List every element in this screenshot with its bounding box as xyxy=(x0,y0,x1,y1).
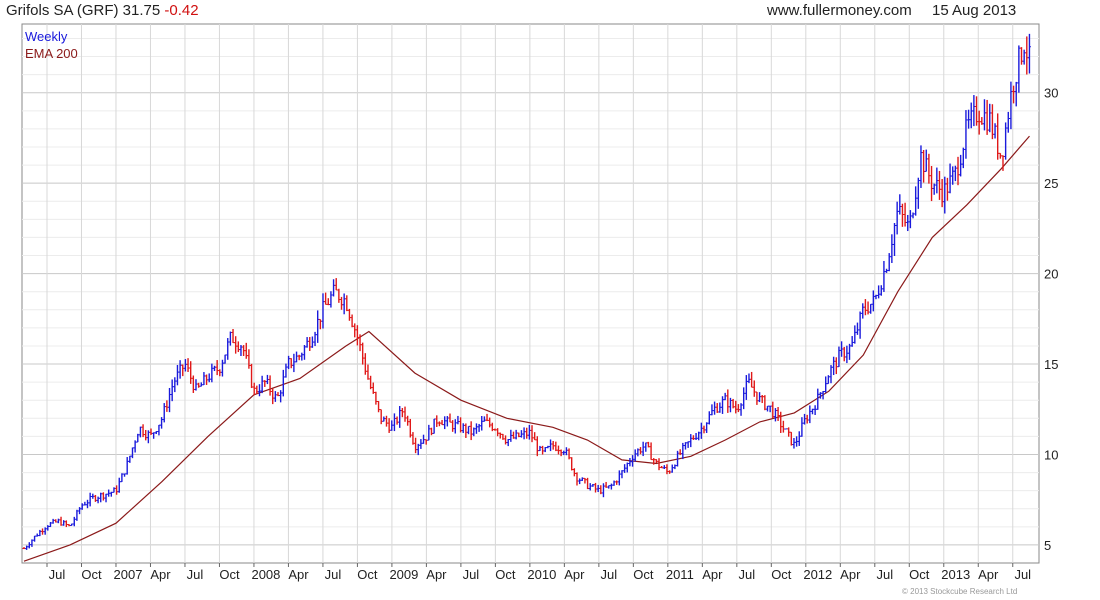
x-tick-label: Apr xyxy=(150,567,171,582)
x-tick-label: Apr xyxy=(564,567,585,582)
x-tick-label: 2012 xyxy=(803,567,832,582)
x-tick-label: Oct xyxy=(357,567,378,582)
x-tick-label: Oct xyxy=(771,567,792,582)
x-tick-label: Jul xyxy=(49,567,66,582)
x-tick-label: 2010 xyxy=(527,567,556,582)
y-tick-label: 20 xyxy=(1044,267,1058,282)
x-tick-label: 2008 xyxy=(251,567,280,582)
x-tick-label: Jul xyxy=(1014,567,1031,582)
price-chart: 51015202530 Jul Oct 2007 Apr Jul Oct 2008 Apr Ju… xyxy=(21,23,1058,582)
x-tick-labels: Jul Oct 2007 Apr Jul Oct 2008 Apr Jul Oct 2009 Apr J… xyxy=(49,567,1031,582)
x-tick-label: Oct xyxy=(219,567,240,582)
x-tick-label: 2013 xyxy=(941,567,970,582)
legend-weekly: Weekly xyxy=(25,29,68,44)
copyright: © 2013 Stockcube Research Ltd xyxy=(902,587,1018,596)
x-tick-label: Apr xyxy=(288,567,309,582)
x-tick-label: 2007 xyxy=(114,567,143,582)
x-tick-label: Jul xyxy=(876,567,893,582)
x-tick-label: Jul xyxy=(463,567,480,582)
x-tick-label: Jul xyxy=(325,567,342,582)
x-tick-label: Apr xyxy=(702,567,723,582)
x-tick-label: 2009 xyxy=(389,567,418,582)
x-tick-label: Apr xyxy=(978,567,999,582)
x-tick-label: Oct xyxy=(633,567,654,582)
y-tick-label: 15 xyxy=(1044,357,1058,372)
x-tick-label: Jul xyxy=(739,567,756,582)
y-tick-label: 25 xyxy=(1044,176,1058,191)
x-tick-label: Apr xyxy=(840,567,861,582)
y-tick-label: 30 xyxy=(1044,86,1058,101)
x-tick-label: Apr xyxy=(426,567,447,582)
x-tick-label: Oct xyxy=(495,567,516,582)
plot-background xyxy=(21,23,1040,564)
y-tick-label: 5 xyxy=(1044,538,1051,553)
x-tick-label: Jul xyxy=(601,567,618,582)
x-tick-label: Jul xyxy=(187,567,204,582)
x-tick-label: 2011 xyxy=(666,567,694,582)
x-tick-label: Oct xyxy=(909,567,930,582)
legend-ema: EMA 200 xyxy=(25,46,78,61)
x-tick-label: Oct xyxy=(81,567,102,582)
y-tick-label: 10 xyxy=(1044,447,1058,462)
y-tick-labels: 5 10 15 20 25 30 xyxy=(1044,86,1058,553)
